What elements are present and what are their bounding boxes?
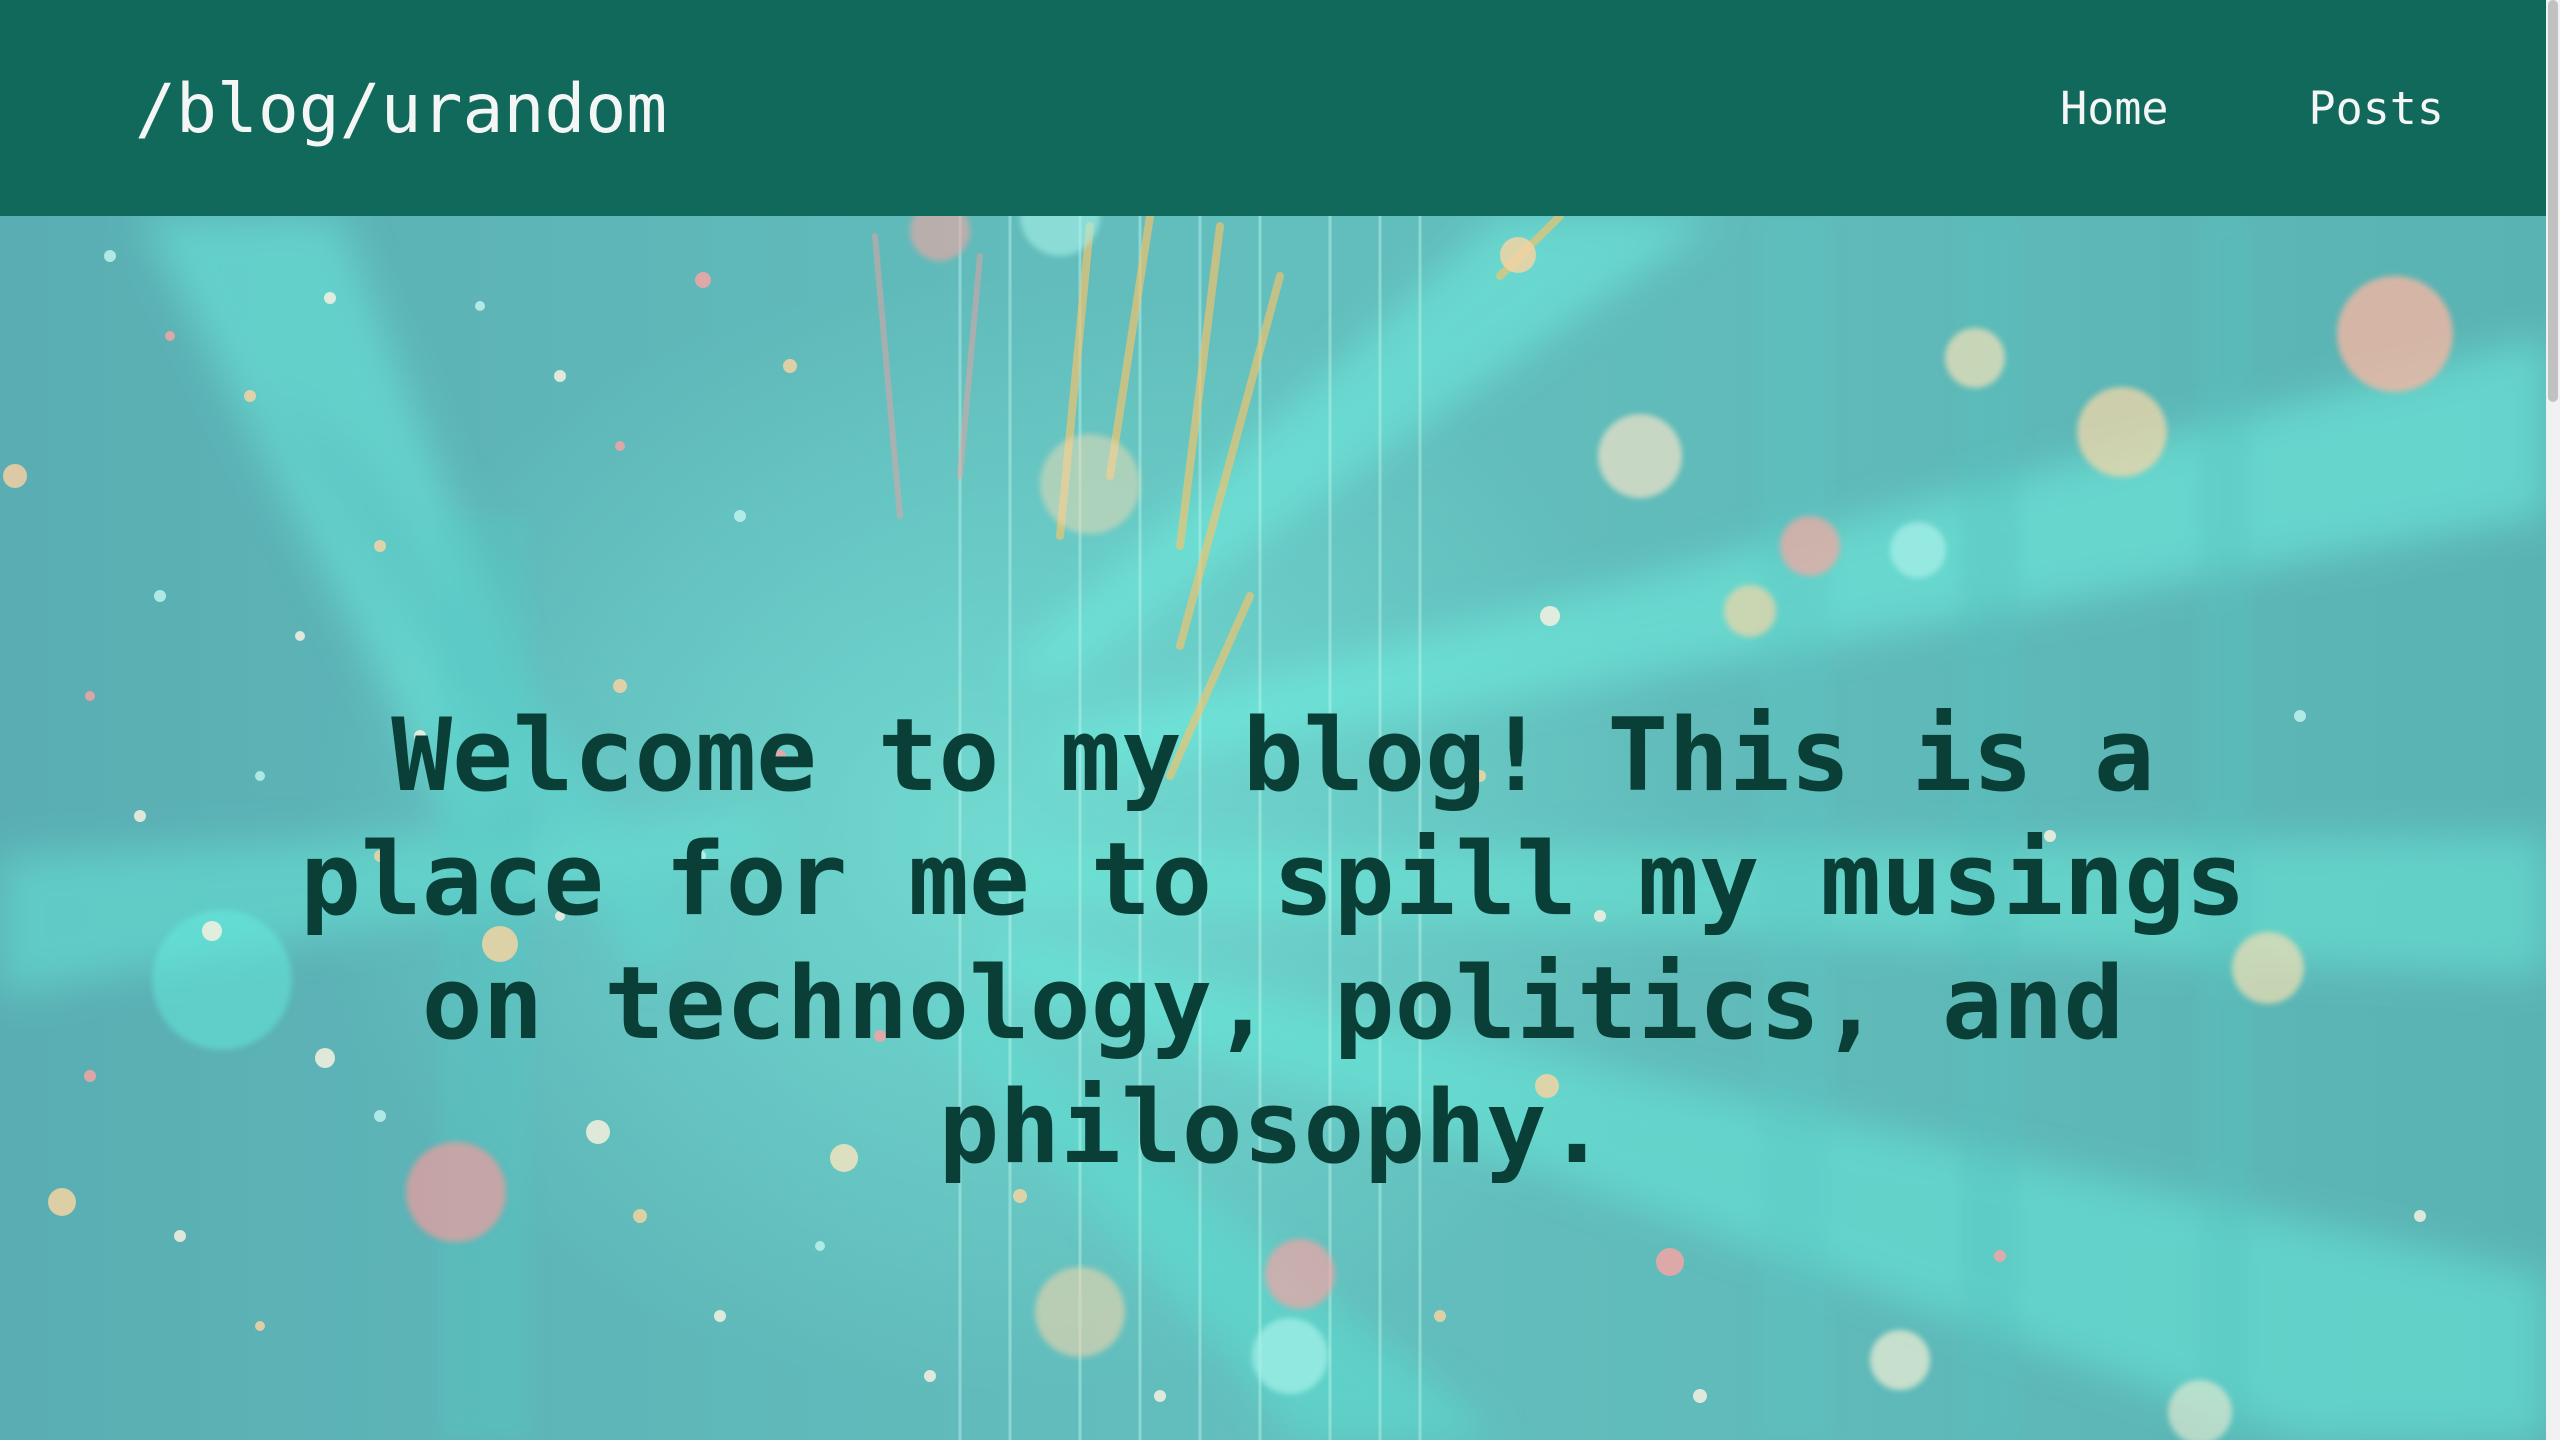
- hero-headline: Welcome to my blog! This is a place for …: [300, 696, 2246, 1186]
- site-brand-link[interactable]: /blog/urandom: [135, 64, 667, 156]
- page-scrollbar-thumb[interactable]: [2548, 0, 2558, 402]
- nav-link-posts[interactable]: Posts: [2309, 79, 2444, 139]
- page: /blog/urandom Home Posts Welcome to my b…: [0, 0, 2560, 1440]
- hero-section: Welcome to my blog! This is a place for …: [0, 216, 2546, 1440]
- top-navbar: /blog/urandom Home Posts: [0, 0, 2546, 216]
- main-nav: Home Posts: [2060, 79, 2444, 139]
- nav-link-home[interactable]: Home: [2060, 79, 2168, 139]
